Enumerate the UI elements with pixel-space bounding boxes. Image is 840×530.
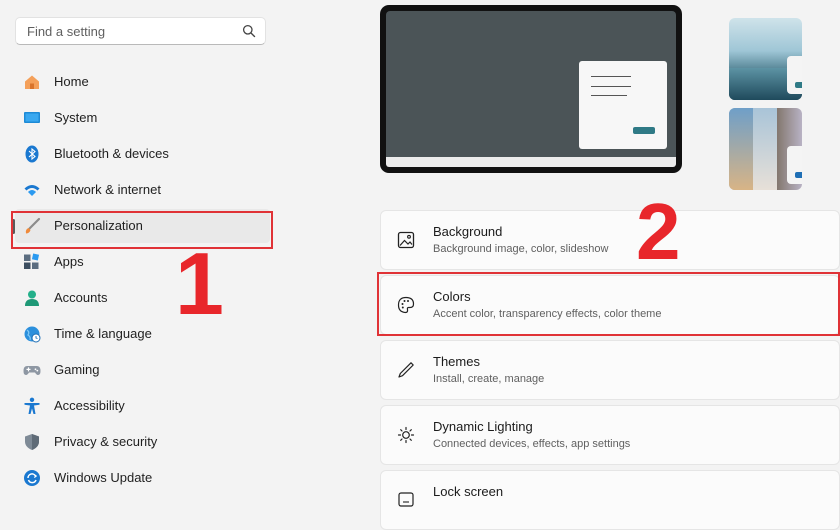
sidebar-item-system[interactable]: System <box>15 101 270 135</box>
sidebar-item-accessibility[interactable]: Accessibility <box>15 389 270 423</box>
step-number-1: 1 <box>175 234 224 333</box>
sidebar-item-network[interactable]: Network & internet <box>15 173 270 207</box>
accessibility-icon <box>24 397 40 414</box>
thumbnail-panel <box>753 108 777 190</box>
preview-window-line <box>591 95 627 96</box>
pen-icon <box>398 362 414 378</box>
card-title: Dynamic Lighting <box>433 419 533 434</box>
shield-icon <box>25 434 39 450</box>
thumbnail-window <box>787 56 802 94</box>
update-icon <box>24 470 40 486</box>
sidebar-item-label: Accounts <box>54 290 108 305</box>
thumbnail-accent-button <box>795 82 802 88</box>
search-input[interactable] <box>25 23 239 40</box>
system-icon <box>24 112 40 123</box>
main-content: Background Background image, color, slid… <box>380 0 840 530</box>
thumbnail-panel <box>729 108 753 190</box>
preview-accent-button <box>633 127 655 134</box>
theme-thumbnail-1[interactable] <box>729 18 802 100</box>
globe-clock-icon <box>24 326 41 343</box>
thumbnail-accent-button <box>795 172 802 178</box>
apps-icon <box>24 253 40 269</box>
card-title: Background <box>433 224 503 239</box>
sidebar-item-label: Privacy & security <box>54 434 158 449</box>
lockscreen-icon <box>398 492 414 507</box>
sidebar-item-time-language[interactable]: Time & language <box>15 317 270 351</box>
sidebar-item-windows-update[interactable]: Windows Update <box>15 461 270 495</box>
account-icon <box>25 290 39 306</box>
card-themes[interactable]: Themes Install, create, manage <box>380 340 840 400</box>
sidebar-item-label: Bluetooth & devices <box>54 146 169 161</box>
lighting-icon <box>397 426 415 444</box>
sidebar-item-label: System <box>54 110 98 125</box>
sidebar-item-gaming[interactable]: Gaming <box>15 353 270 387</box>
preview-taskbar <box>386 157 676 167</box>
preview-window <box>579 61 667 149</box>
sidebar-item-accounts[interactable]: Accounts <box>15 281 270 315</box>
theme-thumbnail-2[interactable] <box>729 108 802 190</box>
preview-window-line <box>591 76 631 77</box>
card-lock-screen[interactable]: Lock screen <box>380 470 840 530</box>
sidebar-item-label: Accessibility <box>54 398 125 413</box>
sidebar-item-bluetooth[interactable]: Bluetooth & devices <box>15 137 270 171</box>
sidebar-item-label: Windows Update <box>54 470 153 485</box>
sidebar-item-home[interactable]: Home <box>15 65 270 99</box>
search-box[interactable] <box>15 17 266 45</box>
sidebar-item-label: Time & language <box>54 326 152 341</box>
sidebar-item-label: Apps <box>54 254 84 269</box>
search-icon[interactable] <box>242 24 256 38</box>
card-background[interactable]: Background Background image, color, slid… <box>380 210 840 270</box>
sidebar-item-label: Network & internet <box>54 182 161 197</box>
card-subtitle: Connected devices, effects, app settings <box>433 438 631 450</box>
preview-window-line <box>591 86 631 87</box>
home-icon <box>25 75 39 89</box>
highlight-box-personalization <box>11 211 273 249</box>
theme-preview <box>380 5 682 173</box>
wifi-icon <box>24 185 40 196</box>
card-title: Themes <box>433 354 480 369</box>
sidebar-item-label: Home <box>54 74 89 89</box>
thumbnail-window <box>787 146 802 184</box>
sidebar-item-label: Gaming <box>54 362 100 377</box>
card-dynamic-lighting[interactable]: Dynamic Lighting Connected devices, effe… <box>380 405 840 465</box>
settings-sidebar: Home System Bluetooth & devices Network … <box>0 0 280 500</box>
sidebar-item-apps[interactable]: Apps <box>15 245 270 279</box>
card-title: Lock screen <box>433 484 504 499</box>
gamepad-icon <box>23 366 41 375</box>
step-number-2: 2 <box>636 187 681 276</box>
bluetooth-icon <box>25 145 39 163</box>
highlight-box-colors <box>377 272 840 336</box>
picture-icon <box>397 231 415 249</box>
card-subtitle: Install, create, manage <box>433 373 545 385</box>
card-subtitle: Background image, color, slideshow <box>433 243 609 255</box>
sidebar-item-privacy[interactable]: Privacy & security <box>15 425 270 459</box>
